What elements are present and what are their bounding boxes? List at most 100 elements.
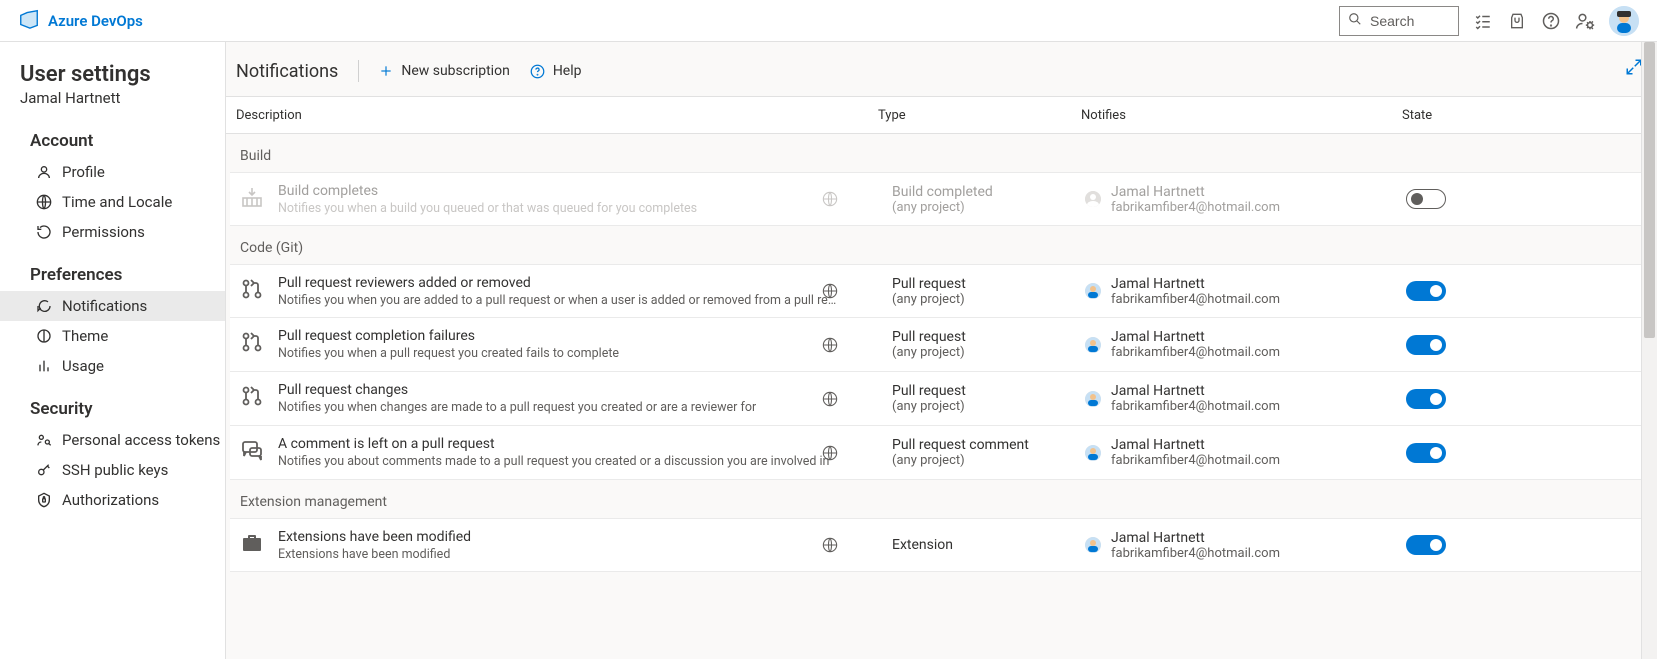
notif-email: fabrikamfiber4@hotmail.com <box>1111 399 1280 414</box>
globe-icon <box>822 391 838 407</box>
search-box[interactable] <box>1339 6 1459 36</box>
notif-name: Jamal Hartnett <box>1111 437 1280 453</box>
person-avatar-icon <box>1085 283 1101 299</box>
bar-chart-icon <box>36 358 52 374</box>
type-main: Pull request <box>892 329 966 345</box>
row-title: Extensions have been modified <box>278 529 471 545</box>
nav-ssh[interactable]: SSH public keys <box>0 455 225 485</box>
type-main: Pull request <box>892 383 966 399</box>
globe-clock-icon <box>36 194 52 210</box>
table-row[interactable]: Extensions have been modified Extensions… <box>230 518 1653 572</box>
person-avatar-icon <box>1085 337 1101 353</box>
row-sub: Notifies you about comments made to a pu… <box>278 454 829 469</box>
row-sub: Notifies you when you are added to a pul… <box>278 293 838 308</box>
notif-name: Jamal Hartnett <box>1111 276 1280 292</box>
marketplace-icon[interactable] <box>1507 11 1527 31</box>
nav-permissions[interactable]: Permissions <box>0 217 225 247</box>
nav-label: Profile <box>62 163 105 181</box>
person-avatar-icon <box>1085 537 1101 553</box>
scrollbar[interactable] <box>1641 42 1657 659</box>
comment-icon <box>240 438 264 462</box>
sidebar: User settings Jamal Hartnett Account Pro… <box>0 42 226 659</box>
col-type[interactable]: Type <box>878 108 1081 123</box>
nav-usage[interactable]: Usage <box>0 351 225 381</box>
state-toggle[interactable] <box>1406 335 1446 355</box>
nav-label: Usage <box>62 357 104 375</box>
table-row[interactable]: Build completes Notifies you when a buil… <box>230 172 1653 226</box>
col-description[interactable]: Description <box>226 108 878 123</box>
row-title: Pull request completion failures <box>278 328 619 344</box>
table-row[interactable]: Pull request completion failures Notifie… <box>230 318 1653 372</box>
nav-theme[interactable]: Theme <box>0 321 225 351</box>
state-toggle[interactable] <box>1406 443 1446 463</box>
notif-name: Jamal Hartnett <box>1111 383 1280 399</box>
nav-label: Time and Locale <box>62 193 172 211</box>
type-main: Pull request <box>892 276 966 292</box>
help-button[interactable]: Help <box>530 63 582 79</box>
notif-email: fabrikamfiber4@hotmail.com <box>1111 546 1280 561</box>
notif-email: fabrikamfiber4@hotmail.com <box>1111 292 1280 307</box>
nav-authorizations[interactable]: Authorizations <box>0 485 225 515</box>
build-icon <box>240 185 264 209</box>
nav-label: Theme <box>62 327 108 345</box>
notif-name: Jamal Hartnett <box>1111 329 1280 345</box>
globe-icon <box>822 337 838 353</box>
nav-label: Personal access tokens <box>62 431 220 449</box>
user-avatar[interactable] <box>1609 6 1639 36</box>
table-row[interactable]: Pull request changes Notifies you when c… <box>230 372 1653 426</box>
brand-label: Azure DevOps <box>48 12 143 30</box>
state-toggle[interactable] <box>1406 189 1446 209</box>
new-subscription-label: New subscription <box>401 63 509 79</box>
nav-time-locale[interactable]: Time and Locale <box>0 187 225 217</box>
row-sub: Notifies you when a pull request you cre… <box>278 346 619 361</box>
globe-icon <box>822 191 838 207</box>
chat-icon <box>36 298 52 314</box>
nav-label: Permissions <box>62 223 145 241</box>
user-name: Jamal Hartnett <box>20 89 225 107</box>
theme-icon <box>36 328 52 344</box>
plus-icon <box>379 64 393 78</box>
group-code: Code (Git) <box>230 226 1653 264</box>
task-list-icon[interactable] <box>1473 11 1493 31</box>
table-row[interactable]: Pull request reviewers added or removed … <box>230 264 1653 318</box>
col-notifies[interactable]: Notifies <box>1081 108 1402 123</box>
nav-label: Authorizations <box>62 491 159 509</box>
user-settings-icon[interactable] <box>1575 11 1595 31</box>
globe-icon <box>822 537 838 553</box>
nav-label: SSH public keys <box>62 461 168 479</box>
content-header: Notifications New subscription Help <box>226 42 1657 96</box>
globe-icon <box>822 445 838 461</box>
notif-email: fabrikamfiber4@hotmail.com <box>1111 453 1280 468</box>
type-sub: (any project) <box>892 345 966 360</box>
notif-email: fabrikamfiber4@hotmail.com <box>1111 200 1280 215</box>
help-icon[interactable] <box>1541 11 1561 31</box>
section-account: Account <box>30 131 225 151</box>
scrollbar-thumb[interactable] <box>1644 42 1655 338</box>
type-sub: (any project) <box>892 200 993 215</box>
nav-label: Notifications <box>62 297 147 315</box>
brand[interactable]: Azure DevOps <box>18 8 143 34</box>
shield-lock-icon <box>36 492 52 508</box>
section-security: Security <box>30 399 225 419</box>
table-body: Build Build completes Notifies you when … <box>226 134 1657 659</box>
table-row[interactable]: A comment is left on a pull request Noti… <box>230 426 1653 480</box>
state-toggle[interactable] <box>1406 281 1446 301</box>
state-toggle[interactable] <box>1406 389 1446 409</box>
col-state[interactable]: State <box>1402 108 1657 123</box>
state-toggle[interactable] <box>1406 535 1446 555</box>
person-avatar-icon <box>1085 191 1101 207</box>
nav-pat[interactable]: Personal access tokens <box>0 425 225 455</box>
person-avatar-icon <box>1085 391 1101 407</box>
new-subscription-button[interactable]: New subscription <box>379 63 509 79</box>
pull-request-icon <box>240 384 264 408</box>
row-title: Build completes <box>278 183 697 199</box>
page-title: User settings <box>20 62 225 87</box>
nav-notifications[interactable]: Notifications <box>0 291 225 321</box>
row-sub: Notifies you when a build you queued or … <box>278 201 697 216</box>
nav-profile[interactable]: Profile <box>0 157 225 187</box>
row-title: Pull request changes <box>278 382 756 398</box>
notif-email: fabrikamfiber4@hotmail.com <box>1111 345 1280 360</box>
type-main: Build completed <box>892 184 993 200</box>
pull-request-icon <box>240 277 264 301</box>
row-title: Pull request reviewers added or removed <box>278 275 838 291</box>
